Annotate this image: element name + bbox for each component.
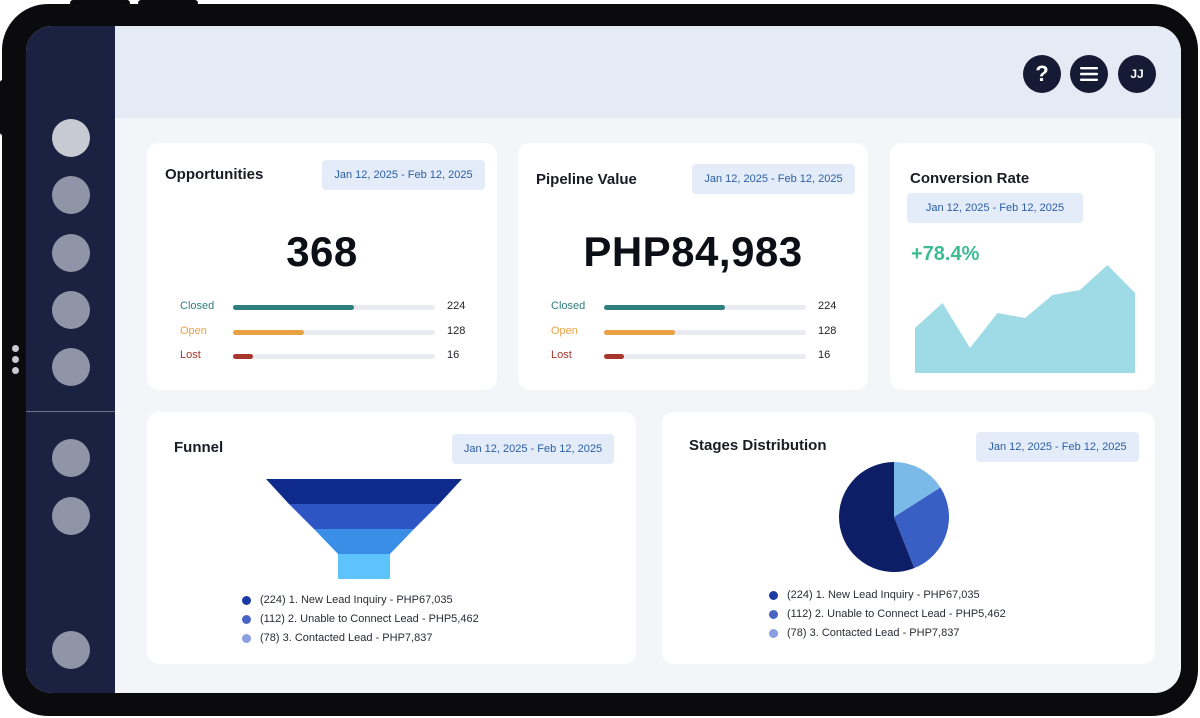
funnel-chart	[266, 479, 462, 579]
stat-label: Closed	[180, 300, 215, 312]
funnel-card: Funnel Jan 12, 2025 - Feb 12, 2025 (224)…	[147, 412, 636, 664]
question-mark-icon: ?	[1035, 61, 1049, 86]
user-avatar[interactable]: JJ	[1118, 55, 1156, 93]
legend-item: (112) 2. Unable to Connect Lead - PHP5,4…	[769, 607, 1006, 626]
funnel-stage-4[interactable]	[338, 554, 390, 579]
stat-label: Lost	[180, 349, 201, 361]
legend-dot-icon	[242, 615, 251, 624]
progress-fill	[233, 305, 355, 310]
card-title: Funnel	[174, 439, 224, 456]
stat-label: Lost	[551, 349, 572, 361]
hamburger-menu-icon	[1080, 67, 1098, 81]
device-side-button	[0, 80, 5, 135]
funnel-legend: (224) 1. New Lead Inquiry - PHP67,035 (11…	[242, 593, 479, 650]
date-range-picker[interactable]: Jan 12, 2025 - Feb 12, 2025	[452, 434, 614, 464]
sidebar	[26, 26, 115, 693]
legend-dot-icon	[242, 596, 251, 605]
menu-button[interactable]	[1070, 55, 1108, 93]
device-top-button	[138, 0, 198, 6]
funnel-stage-2[interactable]	[289, 504, 439, 529]
legend-dot-icon	[769, 629, 778, 638]
legend-item: (112) 2. Unable to Connect Lead - PHP5,4…	[242, 612, 479, 631]
progress-fill	[604, 330, 675, 335]
sidebar-item-settings[interactable]	[52, 631, 90, 669]
stat-value: 128	[818, 325, 837, 337]
pipeline-total: PHP84,983	[583, 228, 803, 275]
stages-pie-chart	[839, 462, 950, 572]
progress-track	[604, 354, 806, 359]
legend-dot-icon	[769, 610, 778, 619]
card-title: Stages Distribution	[689, 437, 827, 454]
drag-handle-icon[interactable]	[12, 345, 20, 378]
app-screen: ? JJ Opportunities Jan 12, 2025 - Feb 12…	[26, 26, 1181, 693]
progress-fill	[604, 305, 726, 310]
progress-fill	[604, 354, 625, 359]
stat-value: 16	[447, 349, 460, 361]
legend-dot-icon	[242, 634, 251, 643]
funnel-stage-1[interactable]	[266, 479, 462, 504]
stat-label: Open	[180, 325, 207, 337]
device-top-button	[70, 0, 130, 6]
legend-dot-icon	[769, 591, 778, 600]
progress-track	[604, 305, 806, 310]
stat-row-closed: Closed 224	[551, 300, 851, 314]
sidebar-item-5[interactable]	[52, 348, 90, 386]
legend-text: (112) 2. Unable to Connect Lead - PHP5,4…	[260, 613, 479, 625]
stat-value: 224	[447, 300, 466, 312]
conversion-rate-card: Conversion Rate Jan 12, 2025 - Feb 12, 2…	[890, 143, 1155, 390]
stat-value: 224	[818, 300, 837, 312]
card-title: Opportunities	[165, 166, 264, 183]
stat-value: 16	[818, 349, 831, 361]
legend-item: (224) 1. New Lead Inquiry - PHP67,035	[242, 593, 479, 612]
date-range-picker[interactable]: Jan 12, 2025 - Feb 12, 2025	[322, 160, 485, 190]
sidebar-item-1[interactable]	[52, 119, 90, 157]
stat-label: Closed	[551, 300, 586, 312]
progress-track	[233, 330, 435, 335]
help-button[interactable]: ?	[1023, 55, 1061, 93]
date-range-picker[interactable]: Jan 12, 2025 - Feb 12, 2025	[907, 193, 1083, 223]
stat-label: Open	[551, 325, 578, 337]
stages-legend: (224) 1. New Lead Inquiry - PHP67,035 (11…	[769, 588, 1006, 645]
sidebar-item-4[interactable]	[52, 291, 90, 329]
stat-row-open: Open 128	[180, 325, 480, 339]
date-range-picker[interactable]: Jan 12, 2025 - Feb 12, 2025	[976, 432, 1139, 462]
opportunities-total: 368	[286, 228, 358, 275]
progress-track	[233, 305, 435, 310]
stat-row-open: Open 128	[551, 325, 851, 339]
funnel-stage-3[interactable]	[314, 529, 414, 554]
pipeline-value-card: Pipeline Value Jan 12, 2025 - Feb 12, 20…	[518, 143, 868, 390]
legend-text: (112) 2. Unable to Connect Lead - PHP5,4…	[787, 608, 1006, 620]
sidebar-divider	[26, 411, 115, 412]
progress-track	[604, 330, 806, 335]
card-title: Pipeline Value	[536, 171, 637, 188]
sidebar-item-7[interactable]	[52, 497, 90, 535]
stat-row-lost: Lost 16	[180, 349, 480, 363]
stat-row-lost: Lost 16	[551, 349, 851, 363]
legend-item: (78) 3. Contacted Lead - PHP7,837	[242, 631, 479, 650]
stages-distribution-card: Stages Distribution Jan 12, 2025 - Feb 1…	[662, 412, 1155, 664]
legend-text: (78) 3. Contacted Lead - PHP7,837	[787, 627, 960, 639]
trend-area	[915, 265, 1135, 373]
stat-row-closed: Closed 224	[180, 300, 480, 314]
progress-fill	[233, 330, 304, 335]
legend-text: (224) 1. New Lead Inquiry - PHP67,035	[787, 589, 980, 601]
conversion-trend-chart	[915, 265, 1135, 373]
sidebar-item-3[interactable]	[52, 234, 90, 272]
avatar-initials: JJ	[1130, 67, 1144, 81]
top-bar: ? JJ	[115, 26, 1181, 118]
legend-text: (78) 3. Contacted Lead - PHP7,837	[260, 632, 433, 644]
legend-text: (224) 1. New Lead Inquiry - PHP67,035	[260, 594, 453, 606]
opportunities-card: Opportunities Jan 12, 2025 - Feb 12, 202…	[147, 143, 497, 390]
sidebar-item-2[interactable]	[52, 176, 90, 214]
stat-value: 128	[447, 325, 466, 337]
legend-item: (224) 1. New Lead Inquiry - PHP67,035	[769, 588, 1006, 607]
date-range-picker[interactable]: Jan 12, 2025 - Feb 12, 2025	[692, 164, 855, 194]
card-title: Conversion Rate	[910, 170, 1030, 187]
progress-fill	[233, 354, 254, 359]
sidebar-item-6[interactable]	[52, 439, 90, 477]
progress-track	[233, 354, 435, 359]
legend-item: (78) 3. Contacted Lead - PHP7,837	[769, 626, 1006, 645]
